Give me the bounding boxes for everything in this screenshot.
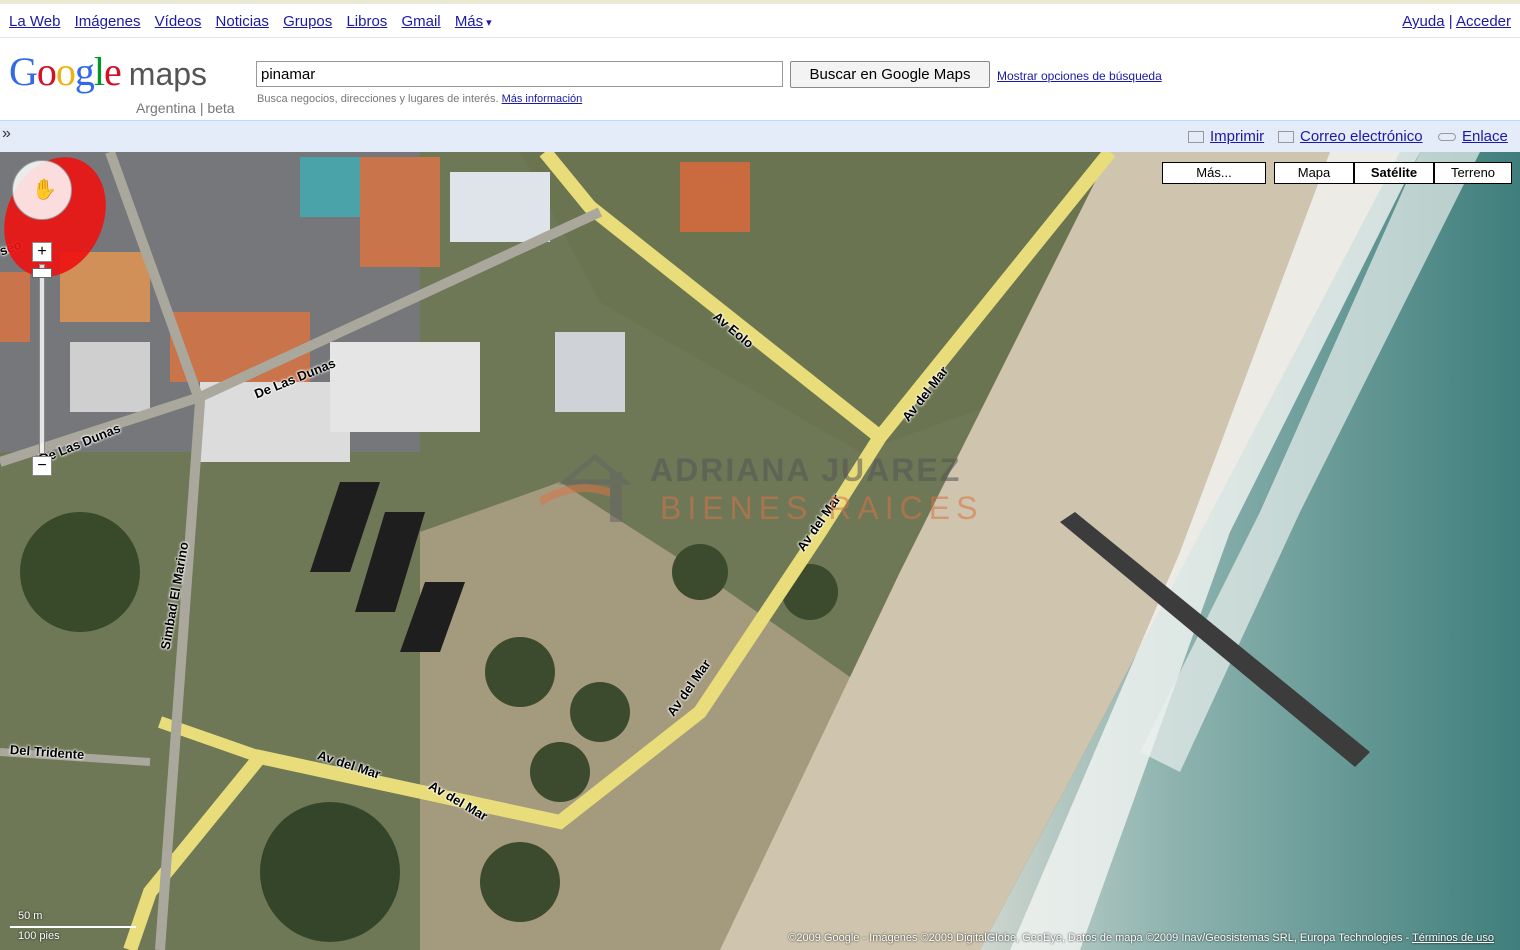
copyright-text: ©2009 Google - Imágenes ©2009 DigitalGlo… [788, 932, 1410, 944]
nav-separator: | [1448, 13, 1453, 30]
zoom-in-button[interactable]: + [32, 242, 52, 262]
email-label: Correo electrónico [1300, 128, 1423, 145]
map-type-more-button[interactable]: Más... [1162, 162, 1266, 184]
watermark-sub: BIENES RAICES [660, 490, 984, 526]
envelope-icon [1278, 131, 1294, 144]
watermark-name: ADRIANA JUAREZ [650, 452, 962, 488]
terms-link[interactable]: Términos de uso [1412, 932, 1494, 944]
account-nav: Ayuda | Acceder [1402, 13, 1511, 30]
scale-bar: 50 m 100 pies [10, 910, 140, 944]
search-button[interactable]: Buscar en Google Maps [790, 61, 990, 88]
google-maps-logo[interactable]: Google maps Argentina | beta [9, 49, 235, 117]
nav-gmail[interactable]: Gmail [401, 13, 440, 30]
zoom-slider[interactable] [39, 264, 45, 454]
map-type-map-button[interactable]: Mapa [1274, 162, 1354, 184]
nav-groups[interactable]: Grupos [283, 13, 332, 30]
link-label: Enlace [1462, 128, 1508, 145]
search-options-link[interactable]: Mostrar opciones de búsqueda [997, 69, 1162, 83]
google-wordmark: Google [9, 49, 122, 94]
action-bar: » Imprimir Correo electrónico Enlace [0, 120, 1520, 152]
zoom-out-button[interactable]: − [32, 456, 52, 476]
scale-line [10, 926, 136, 928]
search-hint-text: Busca negocios, direcciones y lugares de… [257, 93, 499, 105]
satellite-imagery [0, 152, 1520, 950]
logo-subtitle: Argentina | beta [136, 100, 235, 116]
pan-control[interactable]: ✋ [12, 160, 72, 220]
nav-images[interactable]: Imágenes [75, 13, 141, 30]
services-nav: La Web Imágenes Vídeos Noticias Grupos L… [9, 13, 502, 30]
signin-link[interactable]: Acceder [1456, 13, 1511, 30]
nav-web[interactable]: La Web [9, 13, 60, 30]
email-link[interactable]: Correo electrónico [1278, 128, 1423, 145]
nav-books[interactable]: Libros [346, 13, 387, 30]
search-hint: Busca negocios, direcciones y lugares de… [257, 93, 582, 105]
map-type-terrain-button[interactable]: Terreno [1434, 162, 1512, 184]
link-link[interactable]: Enlace [1438, 128, 1508, 145]
watermark-logo [540, 453, 632, 522]
help-link[interactable]: Ayuda [1402, 13, 1444, 30]
scale-metric: 50 m [18, 910, 43, 922]
more-info-link[interactable]: Más información [502, 93, 583, 105]
zoom-slider-handle[interactable] [32, 268, 52, 278]
printer-icon [1188, 131, 1204, 144]
map-type-satellite-button[interactable]: Satélite [1354, 162, 1434, 184]
nav-videos[interactable]: Vídeos [155, 13, 202, 30]
nav-news[interactable]: Noticias [216, 13, 269, 30]
maps-wordmark: maps [128, 56, 208, 92]
search-input[interactable] [256, 61, 783, 87]
map-copyright: ©2009 Google - Imágenes ©2009 DigitalGlo… [788, 932, 1494, 944]
nav-more-label: Más [454, 13, 484, 30]
collapse-panel-icon[interactable]: » [2, 125, 11, 143]
print-link[interactable]: Imprimir [1188, 128, 1264, 145]
nav-more[interactable]: Más ▾ [455, 13, 492, 30]
hand-icon: ✋ [32, 179, 57, 201]
chevron-down-icon: ▾ [486, 17, 492, 29]
watermark: ADRIANA JUAREZ BIENES RAICES [540, 452, 1000, 532]
top-navigation-bar: La Web Imágenes Vídeos Noticias Grupos L… [0, 0, 1520, 38]
scale-imperial: 100 pies [18, 930, 60, 942]
chain-link-icon [1438, 133, 1456, 142]
satellite-map[interactable]: Av Eolo Av del Mar De Las Dunas De Las D… [0, 152, 1520, 950]
print-label: Imprimir [1210, 128, 1265, 145]
search-header: Googlemaps Argentina | beta Buscar en Go… [0, 38, 1520, 120]
